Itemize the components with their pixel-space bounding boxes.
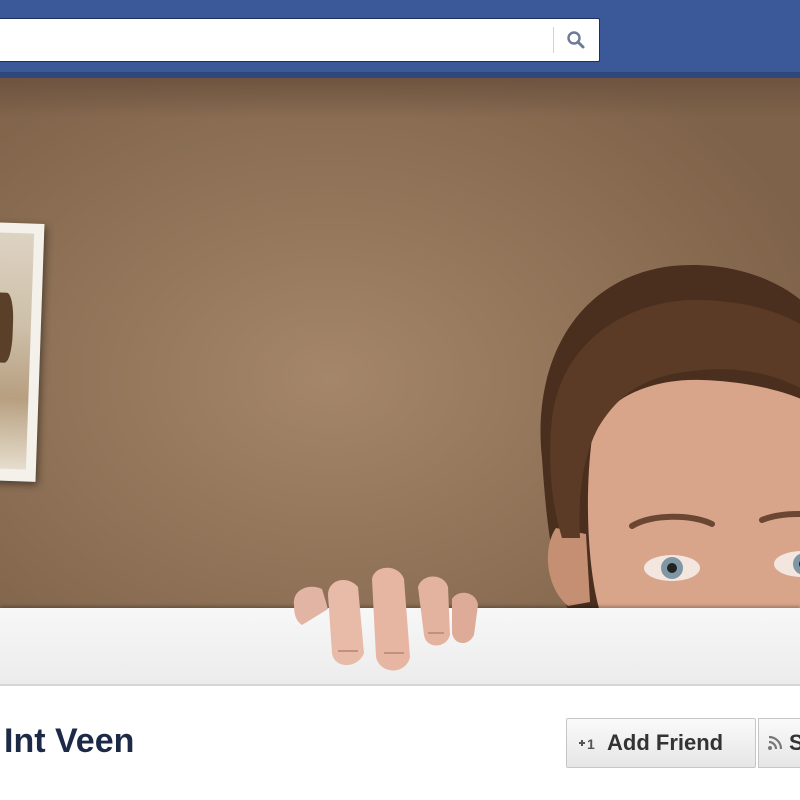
add-friend-icon: 1 (579, 736, 595, 752)
hand-illustration (293, 567, 478, 671)
search-button[interactable] (557, 23, 595, 57)
svg-text:1: 1 (587, 736, 595, 752)
man-peeking-illustration (540, 265, 800, 610)
edge-divider (0, 684, 800, 686)
profile-name[interactable]: Int Veen (4, 722, 134, 761)
subscribe-label: S (789, 730, 800, 756)
add-friend-label: Add Friend (607, 730, 724, 755)
framed-photo-image (0, 232, 35, 470)
cover-photo[interactable] (0, 78, 800, 610)
search-divider (553, 27, 554, 53)
framed-photo (0, 222, 45, 482)
search-icon (567, 31, 585, 49)
cover-shadow (0, 78, 800, 118)
rss-icon (768, 735, 783, 750)
search-box[interactable] (0, 18, 600, 62)
search-input[interactable] (7, 25, 531, 57)
add-friend-button[interactable]: 1 Add Friend (566, 718, 756, 768)
subscribe-button[interactable]: S (758, 718, 800, 768)
top-navigation-bar (0, 0, 800, 79)
